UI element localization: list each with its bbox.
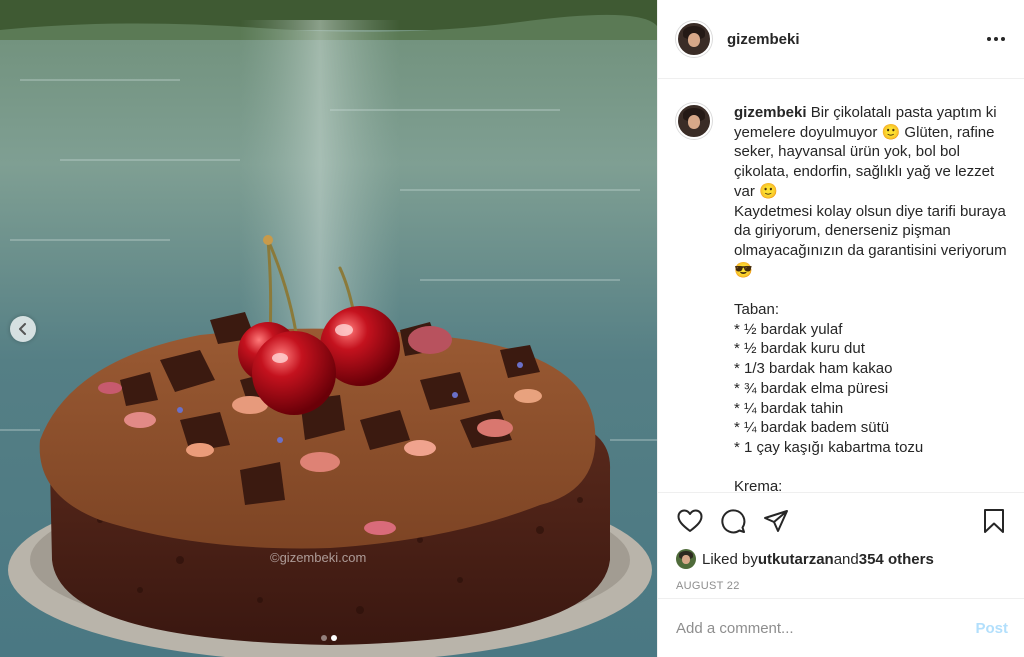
likes-middle: and	[833, 550, 859, 568]
like-button[interactable]	[676, 507, 704, 535]
likes-prefix: Liked by	[702, 550, 758, 568]
caption-username[interactable]: gizembeki	[734, 104, 807, 121]
post-actions: Liked by utkutarzan and 354 others AUGUS…	[658, 492, 1024, 598]
share-button[interactable]	[762, 507, 790, 535]
share-icon	[764, 509, 788, 532]
comment-button[interactable]	[719, 507, 747, 535]
carousel-prev-button[interactable]	[10, 316, 36, 342]
likes-count[interactable]: 354 others	[859, 551, 934, 568]
author-username[interactable]: gizembeki	[727, 31, 984, 48]
likes-summary: Liked by utkutarzan and 354 others	[674, 548, 1008, 570]
author-avatar[interactable]	[676, 21, 712, 57]
heart-icon	[677, 509, 703, 532]
save-button[interactable]	[980, 507, 1008, 535]
caption-text-block: gizembeki Bir çikolatalı pasta yaptım ki…	[734, 103, 1008, 492]
more-options-icon	[987, 37, 1005, 41]
action-icons-row	[674, 493, 1008, 548]
liker-username[interactable]: utkutarzan	[758, 551, 834, 568]
post-header: gizembeki	[658, 0, 1024, 79]
post-comment-button[interactable]: Post	[975, 620, 1008, 637]
bookmark-icon	[984, 508, 1004, 533]
carousel-dot-active	[330, 635, 337, 641]
carousel-indicator	[0, 635, 657, 641]
photo-watermark: ©gizembeki.com	[270, 550, 367, 565]
chevron-left-icon	[19, 323, 26, 335]
comment-icon	[721, 508, 746, 533]
carousel-dot	[320, 635, 327, 641]
comment-input[interactable]	[676, 619, 976, 637]
post-date[interactable]: AUGUST 22	[674, 580, 1008, 592]
caption-body: Bir çikolatalı pasta yaptım ki yemelere …	[734, 104, 1007, 492]
more-options-button[interactable]	[984, 27, 1008, 51]
comments-area[interactable]: gizembeki Bir çikolatalı pasta yaptım ki…	[658, 79, 1024, 492]
add-comment-bar: Post	[658, 598, 1024, 657]
caption-avatar[interactable]	[676, 103, 712, 139]
liker-avatar[interactable]	[676, 549, 696, 569]
post-caption: gizembeki Bir çikolatalı pasta yaptım ki…	[676, 103, 1008, 492]
post-photo[interactable]: ©gizembeki.com	[0, 0, 657, 657]
post-side-panel: gizembeki gizembeki Bir çikolatalı pasta…	[657, 0, 1024, 657]
